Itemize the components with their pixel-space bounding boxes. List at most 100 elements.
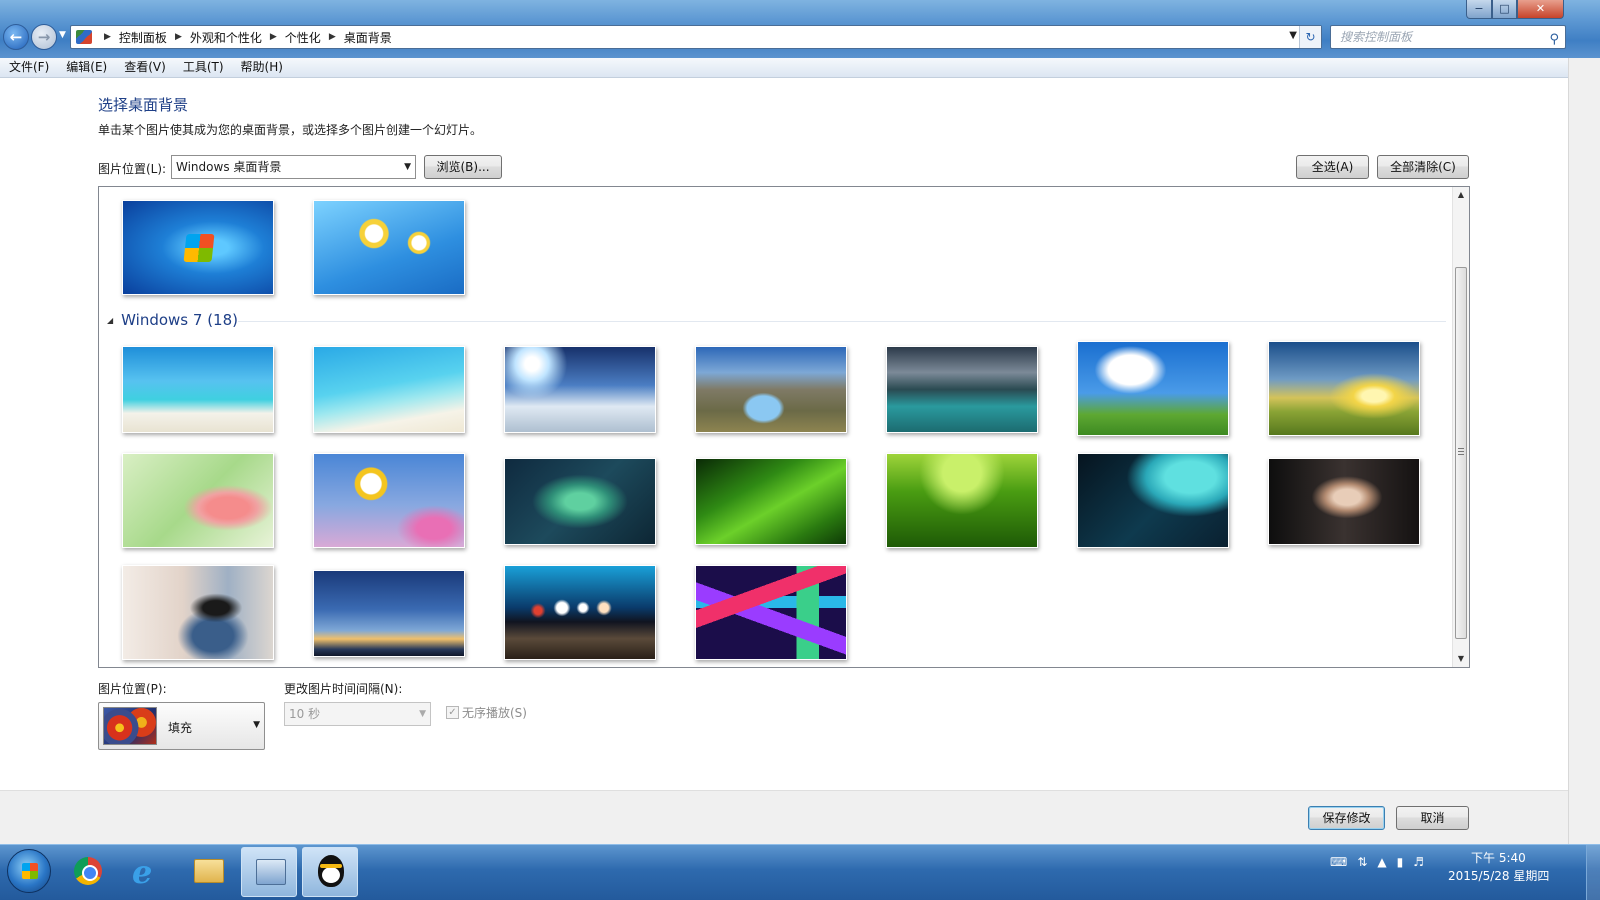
wallpaper-thumbnail[interactable] xyxy=(313,200,465,295)
fill-preview-image xyxy=(103,707,157,745)
breadcrumb-arrow-icon[interactable]: ▶ xyxy=(270,32,277,42)
search-placeholder: 搜索控制面板 xyxy=(1340,30,1413,44)
shuffle-label: 无序播放(S) xyxy=(462,706,527,720)
checkbox-checked-icon[interactable]: ✓ xyxy=(446,706,459,719)
interval-label: 更改图片时间间隔(N): xyxy=(284,682,403,696)
menu-edit[interactable]: 编辑(E) xyxy=(57,58,115,77)
wallpaper-thumbnail[interactable] xyxy=(695,458,847,545)
breadcrumb-desktop-background[interactable]: 桌面背景 xyxy=(344,29,392,46)
wallpaper-gallery[interactable]: ◢ Windows 7 (18) ▲ ▼ xyxy=(98,186,1470,668)
close-button[interactable]: ✕ xyxy=(1517,0,1564,19)
refresh-icon[interactable]: ↻ xyxy=(1299,26,1321,48)
group-header[interactable]: ◢ Windows 7 (18) xyxy=(107,311,238,329)
chrome-icon xyxy=(74,857,102,885)
volume-icon[interactable]: ♬ xyxy=(1413,855,1424,869)
wallpaper-thumbnail[interactable] xyxy=(122,346,274,433)
windows-logo-icon xyxy=(22,863,38,879)
explorer-folder-icon xyxy=(194,859,224,883)
interval-value: 10 秒 xyxy=(289,707,321,721)
breadcrumb-appearance[interactable]: 外观和个性化 xyxy=(190,29,262,46)
taskbar-app-explorer[interactable] xyxy=(180,847,236,897)
address-dropdown-icon[interactable]: ▼ xyxy=(1289,30,1297,41)
wallpaper-thumbnail[interactable] xyxy=(1077,341,1229,436)
interval-select[interactable]: 10 秒 ▼ xyxy=(284,702,431,726)
wallpaper-thumbnail[interactable] xyxy=(122,453,274,548)
picture-position-label: 图片位置(P): xyxy=(98,682,167,696)
window-scrollbar[interactable] xyxy=(1568,58,1600,844)
control-panel-icon xyxy=(76,30,92,44)
title-bar: ← → ▼ ▶ 控制面板 ▶ 外观和个性化 ▶ 个性化 ▶ 桌面背景 ▼ ↻ 搜… xyxy=(0,0,1600,58)
search-input[interactable]: 搜索控制面板 ⚲ xyxy=(1330,25,1566,49)
chevron-down-icon[interactable]: ▼ xyxy=(253,720,260,730)
footer-bar: 保存修改 取消 xyxy=(0,790,1568,844)
wallpaper-thumbnail[interactable] xyxy=(695,346,847,433)
chevron-down-icon[interactable]: ▼ xyxy=(419,703,426,725)
gallery-scrollbar[interactable]: ▲ ▼ xyxy=(1452,187,1469,667)
back-button[interactable]: ← xyxy=(3,24,29,50)
taskbar-app-qq[interactable] xyxy=(302,847,358,897)
wallpaper-thumbnail[interactable] xyxy=(313,453,465,548)
scroll-grip-icon xyxy=(1458,448,1464,455)
wallpaper-thumbnail[interactable] xyxy=(313,570,465,657)
taskbar-app-ie[interactable]: e xyxy=(120,847,176,897)
keyboard-icon[interactable]: ⌨ xyxy=(1330,855,1347,869)
clock-date[interactable]: 2015/5/28 星期四 xyxy=(1448,867,1549,884)
clear-all-button[interactable]: 全部清除(C) xyxy=(1377,155,1469,179)
wallpaper-thumbnail[interactable] xyxy=(886,453,1038,548)
taskbar: e ⌨ ⇅ ▲ ▮ ♬ 下午 5:40 2015/5/28 星期四 xyxy=(0,844,1600,900)
wallpaper-thumbnail[interactable] xyxy=(1077,453,1229,548)
wallpaper-thumbnail[interactable] xyxy=(1268,341,1420,436)
menu-view[interactable]: 查看(V) xyxy=(115,58,174,77)
chevron-down-icon[interactable]: ▼ xyxy=(404,156,411,178)
clock-time[interactable]: 下午 5:40 xyxy=(1471,849,1526,866)
menu-file[interactable]: 文件(F) xyxy=(0,58,57,77)
taskbar-app-chrome[interactable] xyxy=(60,847,116,897)
address-bar[interactable]: ▶ 控制面板 ▶ 外观和个性化 ▶ 个性化 ▶ 桌面背景 ▼ ↻ xyxy=(70,25,1322,49)
scroll-up-arrow-icon[interactable]: ▲ xyxy=(1453,187,1469,203)
page-title: 选择桌面背景 xyxy=(98,96,189,114)
qq-icon xyxy=(318,855,344,887)
breadcrumb-arrow-icon[interactable]: ▶ xyxy=(104,32,111,42)
picture-location-select[interactable]: Windows 桌面背景 ▼ xyxy=(171,155,416,179)
wallpaper-thumbnail[interactable] xyxy=(122,200,274,295)
shuffle-checkbox[interactable]: ✓ 无序播放(S) xyxy=(446,704,527,721)
forward-button[interactable]: → xyxy=(31,24,57,50)
picture-position-value: 填充 xyxy=(168,721,193,735)
wallpaper-thumbnail[interactable] xyxy=(504,565,656,660)
wallpaper-thumbnail[interactable] xyxy=(695,565,847,660)
network-icon[interactable]: ⇅ xyxy=(1357,855,1367,869)
scroll-thumb[interactable] xyxy=(1455,267,1467,639)
signal-icon[interactable]: ▮ xyxy=(1397,855,1404,869)
menu-tools[interactable]: 工具(T) xyxy=(174,58,232,77)
picture-position-select[interactable]: 填充 ▼ xyxy=(98,702,265,750)
breadcrumb-arrow-icon[interactable]: ▶ xyxy=(175,32,182,42)
breadcrumb-personalization[interactable]: 个性化 xyxy=(285,29,321,46)
wallpaper-thumbnail[interactable] xyxy=(313,346,465,433)
breadcrumb-control-panel[interactable]: 控制面板 xyxy=(119,29,167,46)
menu-help[interactable]: 帮助(H) xyxy=(232,58,291,77)
wallpaper-thumbnail[interactable] xyxy=(504,458,656,545)
picture-location-value: Windows 桌面背景 xyxy=(176,160,282,174)
wallpaper-thumbnail[interactable] xyxy=(886,346,1038,433)
maximize-button[interactable]: □ xyxy=(1492,0,1517,19)
breadcrumb-arrow-icon[interactable]: ▶ xyxy=(329,32,336,42)
select-all-button[interactable]: 全选(A) xyxy=(1296,155,1369,179)
show-hidden-icons-icon[interactable]: ▲ xyxy=(1377,855,1386,869)
search-icon[interactable]: ⚲ xyxy=(1549,29,1559,51)
group-label: Windows 7 (18) xyxy=(121,311,238,329)
page-subtitle: 单击某个图片使其成为您的桌面背景，或选择多个图片创建一个幻灯片。 xyxy=(98,123,483,137)
wallpaper-thumbnail[interactable] xyxy=(504,346,656,433)
cancel-button[interactable]: 取消 xyxy=(1396,806,1469,830)
show-desktop-button[interactable] xyxy=(1586,845,1600,900)
control-panel-icon xyxy=(256,859,286,885)
wallpaper-thumbnail[interactable] xyxy=(1268,458,1420,545)
wallpaper-thumbnail[interactable] xyxy=(122,565,274,660)
save-changes-button[interactable]: 保存修改 xyxy=(1308,806,1385,830)
collapse-caret-icon[interactable]: ◢ xyxy=(107,316,113,325)
start-button[interactable] xyxy=(7,849,51,893)
scroll-down-arrow-icon[interactable]: ▼ xyxy=(1453,651,1469,667)
taskbar-app-control-panel[interactable] xyxy=(241,847,297,897)
minimize-button[interactable]: − xyxy=(1466,0,1492,19)
browse-button[interactable]: 浏览(B)... xyxy=(424,155,502,179)
recent-pages-chevron-icon[interactable]: ▼ xyxy=(59,30,66,40)
